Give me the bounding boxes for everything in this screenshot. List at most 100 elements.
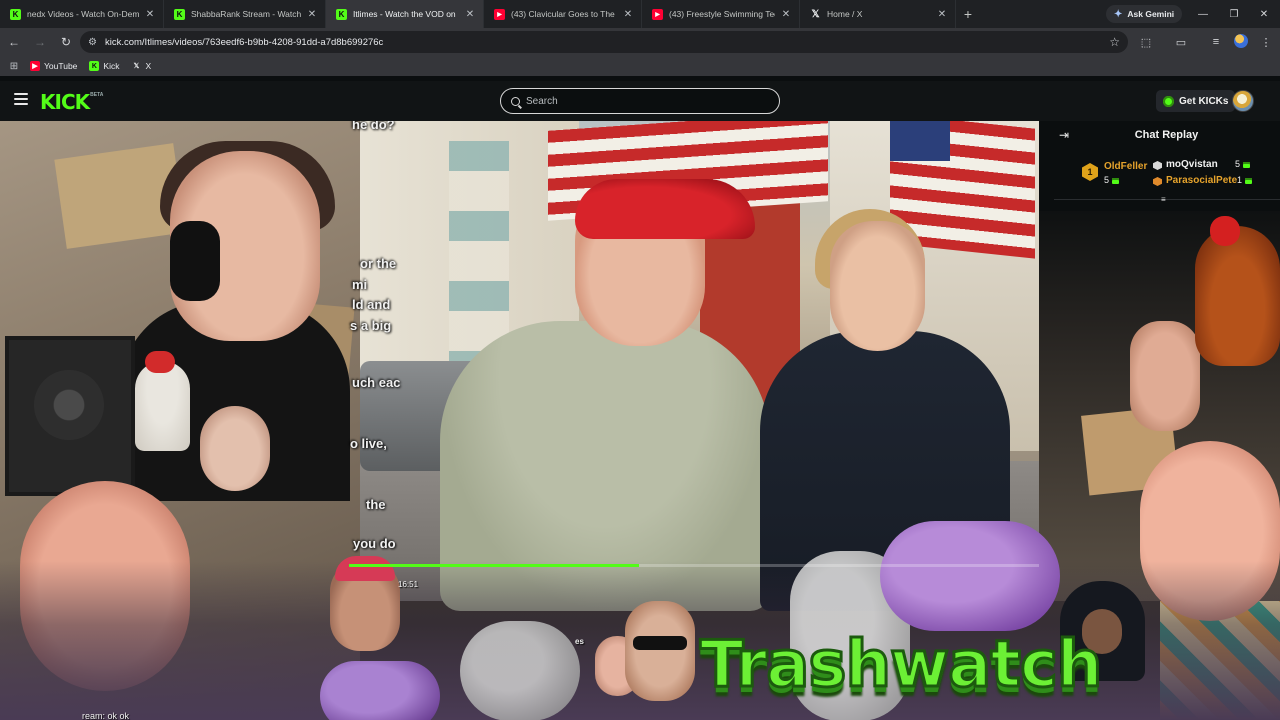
browser-tab-active[interactable]: K Itlimes - Watch the VOD on ✕ — [326, 0, 484, 28]
leaderboard-count: 5 — [1104, 175, 1120, 185]
headphones — [170, 221, 220, 301]
more-menu-icon[interactable]: ⋮ — [1254, 30, 1278, 54]
subtitle-line: the — [366, 497, 386, 512]
purple-plush — [880, 521, 1060, 631]
browser-tab[interactable]: K ShabbaRank Stream - Watch Li ✕ — [164, 0, 326, 28]
apps-grid-icon[interactable]: ⊞ — [2, 61, 26, 72]
leaderboard-count: 5 — [1235, 159, 1251, 169]
kick-gem-icon — [1243, 161, 1251, 168]
expand-leaderboard-icon[interactable]: ≡ — [1161, 196, 1171, 204]
media-controls-icon[interactable]: ≡ — [1204, 30, 1228, 54]
rank-badge-icon: 1 — [1082, 163, 1098, 181]
close-tab-icon[interactable]: ✕ — [145, 9, 155, 20]
close-tab-icon[interactable]: ✕ — [307, 9, 317, 20]
search-input[interactable] — [526, 95, 766, 107]
kick-favicon-icon: K — [336, 8, 347, 20]
browser-toolbar: ← → ↻ ⚙ kick.com/Itlimes/videos/763eedf6… — [0, 28, 1280, 56]
subtitle-line: mi — [352, 277, 368, 292]
youtube-favicon-icon: ▶ — [652, 8, 663, 20]
subtitle-line: uch eac — [352, 375, 401, 390]
hamburger-menu-icon[interactable] — [14, 93, 28, 107]
x-favicon-icon: 𝕏 — [811, 8, 820, 20]
close-window-icon[interactable]: ✕ — [1248, 0, 1280, 28]
hand-with-cigarette — [1130, 321, 1200, 431]
close-tab-icon[interactable]: ✕ — [937, 9, 947, 20]
video-player[interactable]: he do? or the mi ld and s a big uch eac … — [0, 121, 1280, 720]
speaker — [5, 336, 135, 496]
youtube-favicon-icon: ▶ — [494, 8, 505, 20]
bronze-rank-icon — [1153, 177, 1162, 186]
red-cap — [575, 179, 755, 239]
reload-icon[interactable]: ↻ — [54, 30, 78, 54]
silver-rank-icon — [1153, 161, 1162, 170]
ask-gemini-label: Ask Gemini — [1127, 9, 1175, 19]
bookmark-star-icon[interactable]: ☆ — [1109, 35, 1120, 49]
leaderboard-user[interactable]: moQvistan — [1166, 159, 1218, 170]
overlay-face — [625, 601, 695, 701]
leaderboard-count: 1 — [1237, 175, 1253, 185]
subtitle-line: or the — [360, 256, 397, 271]
user-avatar[interactable] — [1232, 90, 1254, 112]
kick-favicon-icon: K — [89, 61, 100, 71]
browser-tab[interactable]: K nedx Videos - Watch On-Dema ✕ — [0, 0, 164, 28]
close-tab-icon[interactable]: ✕ — [781, 9, 791, 20]
browser-tab[interactable]: ▶ (43) Freestyle Swimming Techn ✕ — [642, 0, 800, 28]
profile-avatar[interactable] — [1234, 34, 1248, 48]
purple-plush — [320, 661, 440, 720]
site-info-icon[interactable]: ⚙ — [88, 37, 97, 48]
kick-favicon-icon: K — [10, 8, 21, 20]
person-blond-head — [830, 221, 925, 351]
get-kicks-button[interactable]: Get KICKs — [1156, 90, 1236, 112]
back-arrow-icon[interactable]: ← — [2, 30, 26, 54]
subtitle-line: you do — [353, 536, 396, 551]
bookmark-label: X — [145, 61, 152, 71]
subtitle-line: ld and — [352, 297, 391, 312]
leaderboard-user[interactable]: OldFeller — [1104, 161, 1147, 172]
get-kicks-label: Get KICKs — [1179, 95, 1229, 107]
bookmark-youtube[interactable]: ▶ YouTube — [30, 61, 77, 71]
gemini-sparkle-icon: ✦ — [1114, 8, 1123, 20]
cast-icon[interactable]: ▭ — [1169, 30, 1193, 54]
browser-tab[interactable]: ▶ (43) Clavicular Goes to The Eve ✕ — [484, 0, 642, 28]
video-progress-fill — [349, 564, 639, 567]
leaderboard-user[interactable]: ParasocialPete — [1166, 175, 1237, 186]
bookmark-x[interactable]: 𝕏 X — [131, 61, 152, 71]
forward-arrow-icon[interactable]: → — [28, 30, 52, 54]
plastic-bag — [460, 621, 580, 720]
extensions-icon[interactable]: ⬚ — [1134, 30, 1158, 54]
ask-gemini-button[interactable]: ✦ Ask Gemini — [1106, 5, 1183, 23]
tab-title: nedx Videos - Watch On-Dema — [27, 9, 139, 19]
collage-caption: ream: ok ok — [82, 711, 130, 720]
address-bar[interactable]: ⚙ kick.com/Itlimes/videos/763eedf6-b9bb-… — [80, 31, 1128, 53]
close-tab-icon[interactable]: ✕ — [465, 9, 475, 20]
minimize-window-icon[interactable]: — — [1187, 0, 1219, 28]
trashwatch-overlay-title: Trashwatch — [698, 628, 1103, 702]
overlay-face — [200, 406, 270, 491]
subtitle-line: he do? — [352, 121, 395, 132]
tab-title: Home / X — [827, 9, 863, 19]
video-progress-bar[interactable] — [349, 564, 1039, 567]
bookmark-label: Kick — [103, 61, 120, 71]
new-tab-button[interactable]: + — [956, 0, 980, 28]
tab-title: (43) Clavicular Goes to The Eve — [511, 9, 617, 19]
bookmark-kick[interactable]: K Kick — [89, 61, 119, 71]
logo-text: KICK — [40, 90, 90, 114]
rooster-figure — [135, 351, 190, 451]
chat-replay-panel: ⇥ Chat Replay 1 OldFeller 5 moQvistan 5 … — [1039, 121, 1280, 211]
subtitle-line: o live, — [350, 436, 387, 451]
collage-caption: es — [575, 637, 584, 646]
kick-gem-icon — [1245, 177, 1253, 184]
restore-window-icon[interactable]: ❐ — [1218, 0, 1250, 28]
url-text[interactable]: kick.com/Itlimes/videos/763eedf6-b9bb-42… — [105, 37, 1109, 48]
close-tab-icon[interactable]: ✕ — [623, 9, 633, 20]
rooster-figure — [1195, 216, 1280, 366]
browser-tab-strip: K nedx Videos - Watch On-Dema ✕ K Shabba… — [0, 0, 1280, 28]
bookmark-label: YouTube — [44, 61, 78, 71]
kick-logo[interactable]: KICKBETA — [40, 90, 103, 114]
browser-tab[interactable]: 𝕏 Home / X ✕ — [800, 0, 956, 28]
x-favicon-icon: 𝕏 — [133, 63, 140, 70]
tab-title: Itlimes - Watch the VOD on — [353, 9, 456, 19]
search-bar[interactable] — [500, 88, 780, 114]
kick-favicon-icon: K — [174, 8, 185, 20]
video-timestamp: 16:51 — [398, 580, 419, 589]
